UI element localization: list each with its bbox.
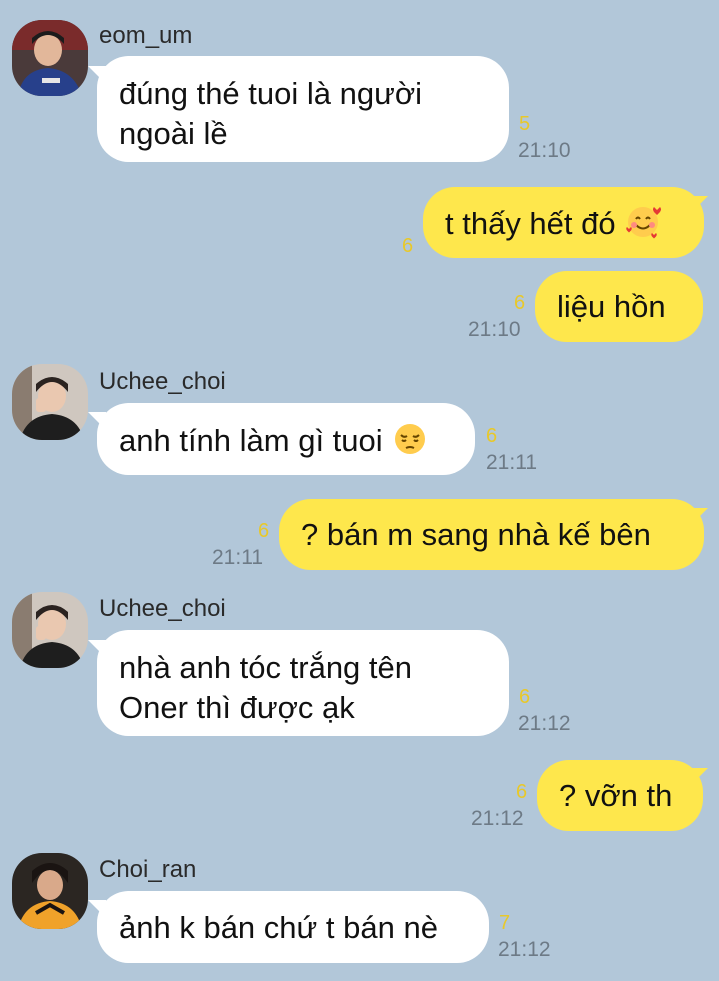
- message-bubble[interactable]: ? bán m sang nhà kế bên: [279, 499, 704, 570]
- unread-count: 5: [519, 113, 531, 135]
- bubble-tail: [690, 768, 708, 786]
- sender-name: Uchee_choi: [99, 595, 226, 622]
- message-text-line: Oner thì được ạk: [119, 690, 355, 725]
- unread-count: 6: [258, 520, 270, 542]
- message-bubble[interactable]: t thấy hết đó: [423, 187, 704, 258]
- unread-count: 6: [486, 425, 498, 447]
- avatar-eom-um[interactable]: [12, 20, 88, 96]
- smiling-face-with-hearts-icon: [624, 203, 662, 241]
- message-time: 21:11: [486, 451, 537, 474]
- avatar-choi-ran-icon: [12, 853, 88, 929]
- unread-count: 6: [514, 292, 526, 314]
- avatar-uchee-choi[interactable]: [12, 592, 88, 668]
- message-text-line: nhà anh tóc trắng tên: [119, 650, 413, 685]
- message-text-line: ngoài lề: [119, 116, 228, 151]
- message-time: 21:10: [468, 318, 521, 341]
- unread-count: 6: [519, 686, 531, 708]
- message-bubble[interactable]: anh tính làm gì tuoi: [97, 403, 475, 475]
- message-time: 21:11: [212, 546, 263, 569]
- sender-name: eom_um: [99, 22, 193, 49]
- message-time: 21:12: [518, 712, 571, 735]
- message-bubble[interactable]: liệu hồn: [535, 271, 703, 342]
- message-text: t thấy hết đó: [445, 206, 616, 241]
- message-time: 21:10: [518, 139, 571, 162]
- bubble-tail: [690, 196, 708, 214]
- sender-name: Uchee_choi: [99, 368, 226, 395]
- unread-count: 6: [402, 235, 414, 257]
- message-bubble[interactable]: ? vỡn th: [537, 760, 703, 831]
- avatar-choi-ran[interactable]: [12, 853, 88, 929]
- message-text: liệu hồn: [557, 289, 666, 324]
- avatar-uchee-choi-icon: [12, 592, 88, 668]
- message-time: 21:12: [471, 807, 524, 830]
- unread-count: 7: [499, 912, 511, 934]
- message-bubble[interactable]: nhà anh tóc trắng tên Oner thì được ạk: [97, 630, 509, 736]
- message-text: anh tính làm gì tuoi: [119, 423, 383, 458]
- sender-name: Choi_ran: [99, 856, 197, 883]
- pensive-face-icon: [391, 420, 429, 458]
- avatar-uchee-choi-icon: [12, 364, 88, 440]
- message-text-line: đúng thé tuoi là người: [119, 76, 423, 111]
- avatar-uchee-choi[interactable]: [12, 364, 88, 440]
- message-text: ảnh k bán chứ t bán nè: [119, 910, 438, 945]
- message-bubble[interactable]: ảnh k bán chứ t bán nè: [97, 891, 489, 963]
- bubble-tail: [690, 508, 708, 526]
- avatar-eom-um-icon: [12, 20, 88, 96]
- message-bubble[interactable]: đúng thé tuoi là người ngoài lề: [97, 56, 509, 162]
- unread-count: 6: [516, 781, 528, 803]
- message-time: 21:12: [498, 938, 551, 961]
- message-text: ? vỡn th: [559, 778, 673, 813]
- message-text: ? bán m sang nhà kế bên: [301, 517, 651, 552]
